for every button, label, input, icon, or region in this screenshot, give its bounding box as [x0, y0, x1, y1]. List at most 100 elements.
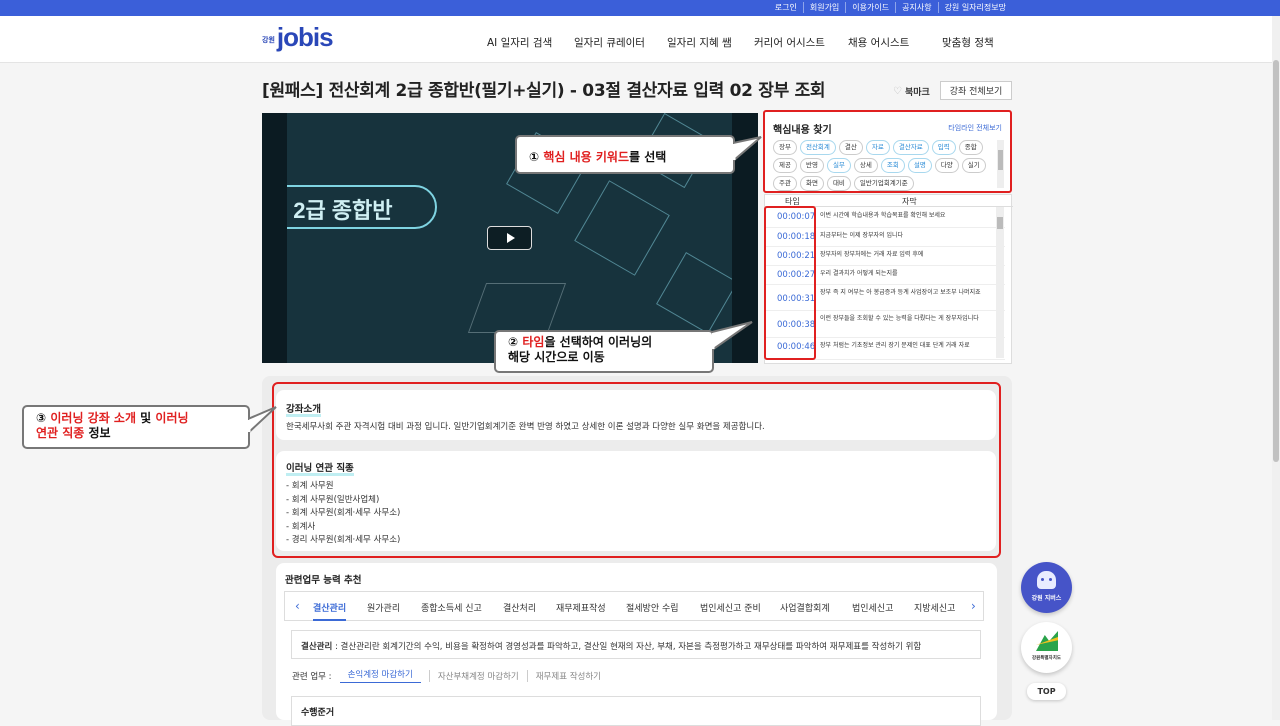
callout-keyword-text: ① 핵심 내용 키워드를 선택 — [529, 148, 666, 165]
bookmark-button[interactable]: ♡ 북마크 — [893, 85, 930, 98]
competency-tab[interactable]: 절세방안 수립 — [626, 601, 679, 614]
nav-career-assist[interactable]: 커리어 어시스트 — [754, 35, 825, 50]
definition-body: : 결산관리란 회계기간의 수익, 비용을 확정하여 경영성과를 파악하고, 결… — [332, 642, 922, 652]
keyword-chip[interactable]: 실무 — [826, 158, 851, 173]
nav-custom-policy[interactable]: 맞춤형 정책 — [942, 35, 994, 50]
callout-red-text: 핵심 내용 키워드 — [543, 150, 629, 164]
competency-tab[interactable]: 결산관리 — [313, 601, 347, 621]
competency-tab[interactable]: 재무제표작성 — [556, 601, 606, 614]
callout-text: 해당 시간으로 이동 — [508, 350, 605, 364]
competency-tab[interactable]: 원가관리 — [367, 601, 400, 614]
keyword-chip[interactable]: 결산 — [838, 140, 863, 155]
tab-next-icon[interactable]: › — [971, 599, 976, 613]
callout-num: ① — [529, 150, 540, 164]
definition-box: 결산관리 : 결산관리란 회계기간의 수익, 비용을 확정하여 경영성과를 파악… — [291, 630, 981, 659]
bookmark-label: 북마크 — [904, 88, 930, 98]
callout-time-text: ② 타임을 선택하여 이러닝의 해당 시간으로 이동 — [508, 335, 652, 365]
keyword-finder-title: 핵심내용 찾기 — [773, 125, 832, 136]
notice-link[interactable]: 공지사항 — [895, 2, 937, 13]
play-button[interactable] — [487, 226, 532, 250]
keyword-chip[interactable]: 장부 — [773, 140, 797, 155]
robot-eye — [1041, 578, 1044, 581]
competency-title: 관련업무 능력 추천 — [285, 575, 362, 586]
province-label: 강원특별자치도 — [1032, 656, 1061, 661]
keyword-chip[interactable]: 자료 — [865, 140, 890, 155]
competency-tab[interactable]: 사업결합회계 — [780, 601, 830, 614]
definition-label: 결산관리 — [301, 642, 333, 652]
keyword-chip[interactable]: 일반기업회계기준 — [853, 176, 914, 191]
logo-main: jobis — [276, 22, 334, 52]
chatbot-label: 강원 지버스 — [1031, 595, 1062, 602]
callout-pointer — [248, 406, 277, 435]
subtitle-scrollbar[interactable] — [996, 207, 1004, 358]
info-highlight-box — [272, 382, 1001, 558]
keyword-chip[interactable]: 조회 — [880, 158, 905, 173]
competency-tab[interactable]: 법인세신고 준비 — [700, 601, 761, 614]
competency-tab[interactable]: 종합소득세 신고 — [421, 601, 482, 614]
chatbot-button[interactable]: 강원 지버스 — [1021, 562, 1072, 613]
keyword-chip[interactable]: 다양 — [934, 158, 959, 173]
all-lectures-button[interactable]: 강좌 전체보기 — [940, 81, 1012, 100]
competency-tab[interactable]: 법인세신고 — [852, 601, 893, 614]
keyword-chip[interactable]: 종합 — [958, 140, 983, 155]
duty-tab[interactable]: 자산부채계정 마감하기 — [428, 669, 527, 682]
login-link[interactable]: 로그인 — [769, 2, 803, 13]
nav-job-wisdom[interactable]: 일자리 지혜 쌤 — [667, 35, 732, 50]
competency-tab[interactable]: 결산처리 — [503, 601, 536, 614]
page-scrollbar[interactable] — [1272, 16, 1280, 720]
keyword-chip-list: 장부 전산회계 결산 자료 결산자료 입력 종합 제공 반영 실무 상세 조회 설명 다양 실기 주관 화면 대비… — [773, 140, 995, 191]
duty-tab-active[interactable]: 손익계정 마감하기 — [339, 668, 421, 683]
keyword-chip[interactable]: 전산회계 — [799, 140, 836, 155]
callout-red-text: 이러닝 — [155, 411, 189, 425]
time-highlight-box — [764, 206, 816, 360]
callout-red-text: 연관 직종 — [36, 426, 85, 440]
keyword-chip[interactable]: 화면 — [799, 176, 824, 191]
subtitle-text: 지금부터는 이제 장부자의 입니다 — [820, 232, 904, 239]
keyword-finder: 핵심내용 찾기 타임라인 전체보기 장부 전산회계 결산 자료 결산자료 입력 종합 제공 반영… — [763, 110, 1012, 193]
nav-hiring-assist[interactable]: 채용 어시스트 — [848, 35, 909, 50]
subtitle-text: 장부자의 장부처에는 거래 자료 입력 후에 — [820, 251, 924, 258]
nav-job-curator[interactable]: 일자리 큐레이터 — [574, 35, 645, 50]
keyword-chip[interactable]: 대비 — [826, 176, 851, 191]
keyword-chip[interactable]: 실기 — [961, 158, 986, 173]
related-duties: 관련 업무 : 손익계정 마감하기 자산부채계정 마감하기 재무제표 작성하기 — [292, 668, 609, 683]
keyword-chip[interactable]: 제공 — [773, 158, 797, 173]
competency-tab[interactable]: 지방세신고 — [914, 601, 955, 614]
nav-ai-job-search[interactable]: AI 일자리 검색 — [487, 35, 552, 50]
hex-graphic — [574, 180, 670, 276]
logo[interactable]: 강원 jobis — [262, 22, 334, 53]
utility-bar: 로그인 회원가입 이용가이드 공지사항 강원 일자리정보망 — [0, 0, 1280, 16]
callout-red-text: 이러닝 강좌 소개 — [50, 411, 136, 425]
guide-link[interactable]: 이용가이드 — [845, 2, 895, 13]
gangwon-province-button[interactable]: 강원특별자치도 — [1021, 622, 1072, 673]
keyword-chip[interactable]: 상세 — [853, 158, 878, 173]
keyword-chip[interactable]: 입력 — [931, 140, 956, 155]
keyword-chip[interactable]: 주관 — [773, 176, 797, 191]
callout-text: 정보 — [84, 426, 111, 440]
callout-pointer — [712, 321, 753, 352]
subtitle-text: 이번 시간에 학습내용과 학습목표를 확인해 보세요 — [820, 212, 946, 219]
subtitle-text: 우리 결과치가 어떻게 되는지를 — [820, 270, 898, 277]
callout-num: ③ — [36, 411, 47, 425]
gangwon-jobs-link[interactable]: 강원 일자리정보망 — [937, 2, 1012, 13]
logo-sub: 강원 — [262, 36, 275, 44]
performance-criteria-title: 수행준거 — [301, 708, 335, 718]
keyword-scrollbar-thumb[interactable] — [998, 150, 1003, 170]
keyword-chip[interactable]: 결산자료 — [892, 140, 929, 155]
keyword-scrollbar[interactable] — [997, 140, 1004, 188]
keyword-chip[interactable]: 설명 — [907, 158, 932, 173]
subtitle-text: 장부 즉 지 여부는 아 봉급증과 등계 사업장이고 보조부 나머지죠 — [820, 289, 981, 296]
tab-prev-icon[interactable]: ‹ — [295, 599, 300, 613]
scrollbar-thumb[interactable] — [1273, 60, 1279, 462]
keyword-chip[interactable]: 반영 — [799, 158, 824, 173]
duty-tab[interactable]: 재무제표 작성하기 — [526, 669, 609, 682]
callout-info-text: ③ 이러닝 강좌 소개 및 이러닝 연관 직종 정보 — [36, 411, 189, 441]
video-overlay-text: l 2급 종합반 — [287, 198, 393, 223]
timeline-all-link[interactable]: 타임라인 전체보기 — [948, 123, 1002, 133]
callout-info: ③ 이러닝 강좌 소개 및 이러닝 연관 직종 정보 — [22, 405, 250, 449]
callout-num: ② — [508, 335, 519, 349]
performance-criteria-box: 수행준거 — [291, 696, 981, 726]
subtitle-scrollbar-thumb[interactable] — [997, 217, 1003, 229]
signup-link[interactable]: 회원가입 — [802, 2, 845, 13]
scroll-top-button[interactable]: TOP — [1027, 683, 1066, 700]
